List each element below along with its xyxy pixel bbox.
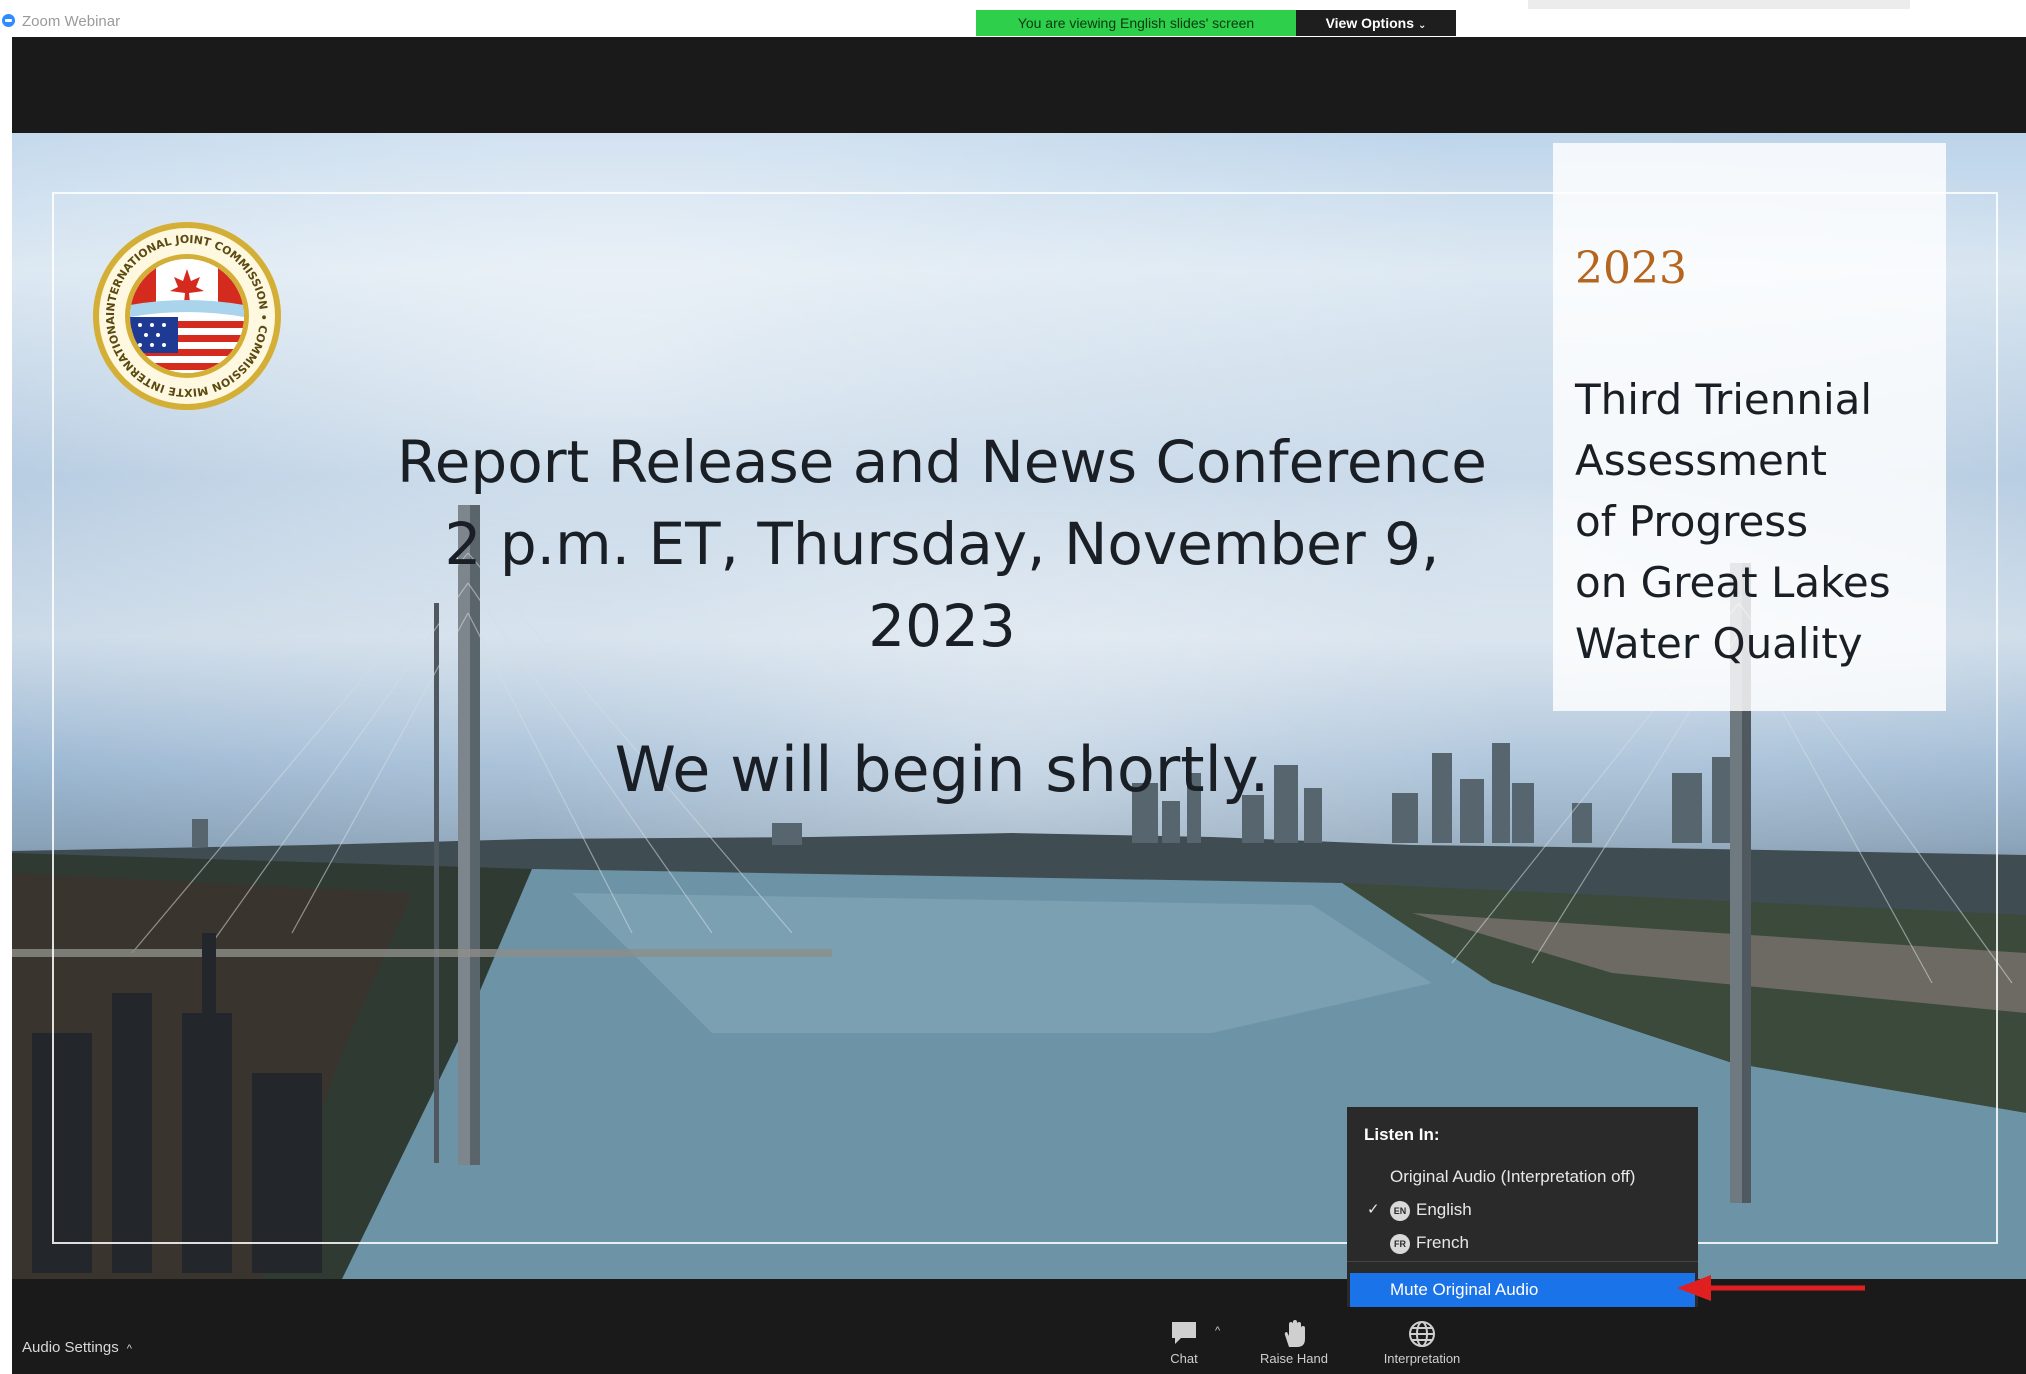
window-title: Zoom Webinar (22, 13, 121, 30)
begin-shortly-text: We will begin shortly. (614, 733, 1270, 806)
interpretation-button[interactable]: Interpretation (1352, 1319, 1492, 1374)
report-title-line: of Progress (1575, 497, 1809, 546)
report-title-panel: 2023 Third Triennial Assessment of Progr… (1553, 143, 1946, 711)
hand-icon (1244, 1319, 1344, 1351)
zoom-logo-icon (2, 14, 15, 27)
language-badge-en: EN (1390, 1200, 1410, 1221)
ijc-seal-logo: INTERNATIONAL JOINT COMMISSION • COMMISS… (92, 221, 281, 410)
mute-original-audio-label: Mute Original Audio (1390, 1280, 1539, 1299)
raise-hand-label: Raise Hand (1260, 1351, 1328, 1366)
audio-settings-button[interactable]: Audio Settings ^ (22, 1339, 132, 1356)
listen-in-header: Listen In: (1364, 1125, 1440, 1144)
view-options-button[interactable]: View Options ⌄ (1296, 10, 1456, 36)
menu-item-label: French (1416, 1233, 1469, 1252)
headline-line-2: 2 p.m. ET, Thursday, November 9, (444, 510, 1440, 578)
chevron-down-icon: ⌄ (1418, 20, 1427, 31)
report-title-line: Assessment (1575, 436, 1827, 485)
report-title-line: on Great Lakes (1575, 558, 1891, 607)
mute-original-audio-item[interactable]: Mute Original Audio (1350, 1273, 1695, 1307)
globe-icon (1352, 1319, 1492, 1351)
menu-item-french[interactable]: FR French (1347, 1228, 1698, 1258)
headline-line-3: 2023 (868, 592, 1016, 660)
chat-options-caret-icon[interactable]: ^ (1215, 1325, 1220, 1337)
shared-screen-slide: INTERNATIONAL JOINT COMMISSION • COMMISS… (12, 133, 2026, 1279)
report-title: Third Triennial Assessment of Progress o… (1575, 369, 1945, 674)
red-arrow-annotation (1677, 1275, 1865, 1301)
report-title-line: Water Quality (1575, 619, 1863, 668)
chat-button[interactable]: Chat (1154, 1319, 1214, 1374)
headline-line-1: Report Release and News Conference (397, 428, 1487, 496)
menu-item-original-audio[interactable]: Original Audio (Interpretation off) (1347, 1162, 1698, 1192)
raise-hand-button[interactable]: Raise Hand (1244, 1319, 1344, 1374)
interpretation-menu: Listen In: Original Audio (Interpretatio… (1347, 1107, 1698, 1307)
chat-label: Chat (1170, 1351, 1198, 1366)
menu-divider (1347, 1261, 1698, 1262)
chat-bubble-icon (1154, 1319, 1214, 1351)
viewing-screen-banner: You are viewing English slides' screen (976, 10, 1296, 36)
language-badge-fr: FR (1390, 1233, 1410, 1254)
title-bar: Zoom Webinar You are viewing English sli… (0, 0, 2026, 37)
title-bar-panel (1528, 0, 1910, 9)
view-options-label: View Options (1325, 15, 1415, 31)
menu-item-english[interactable]: ✓ EN English (1347, 1195, 1698, 1225)
menu-item-label: English (1416, 1200, 1472, 1219)
interpretation-label: Interpretation (1383, 1351, 1461, 1366)
slide-headline: Report Release and News Conference 2 p.m… (332, 421, 1552, 667)
caret-up-icon: ^ (126, 1343, 132, 1355)
report-year: 2023 (1575, 243, 1687, 294)
audio-settings-label: Audio Settings (22, 1339, 119, 1356)
report-title-line: Third Triennial (1575, 375, 1873, 424)
menu-item-label: Original Audio (Interpretation off) (1390, 1167, 1636, 1186)
checkmark-icon: ✓ (1367, 1201, 1380, 1218)
